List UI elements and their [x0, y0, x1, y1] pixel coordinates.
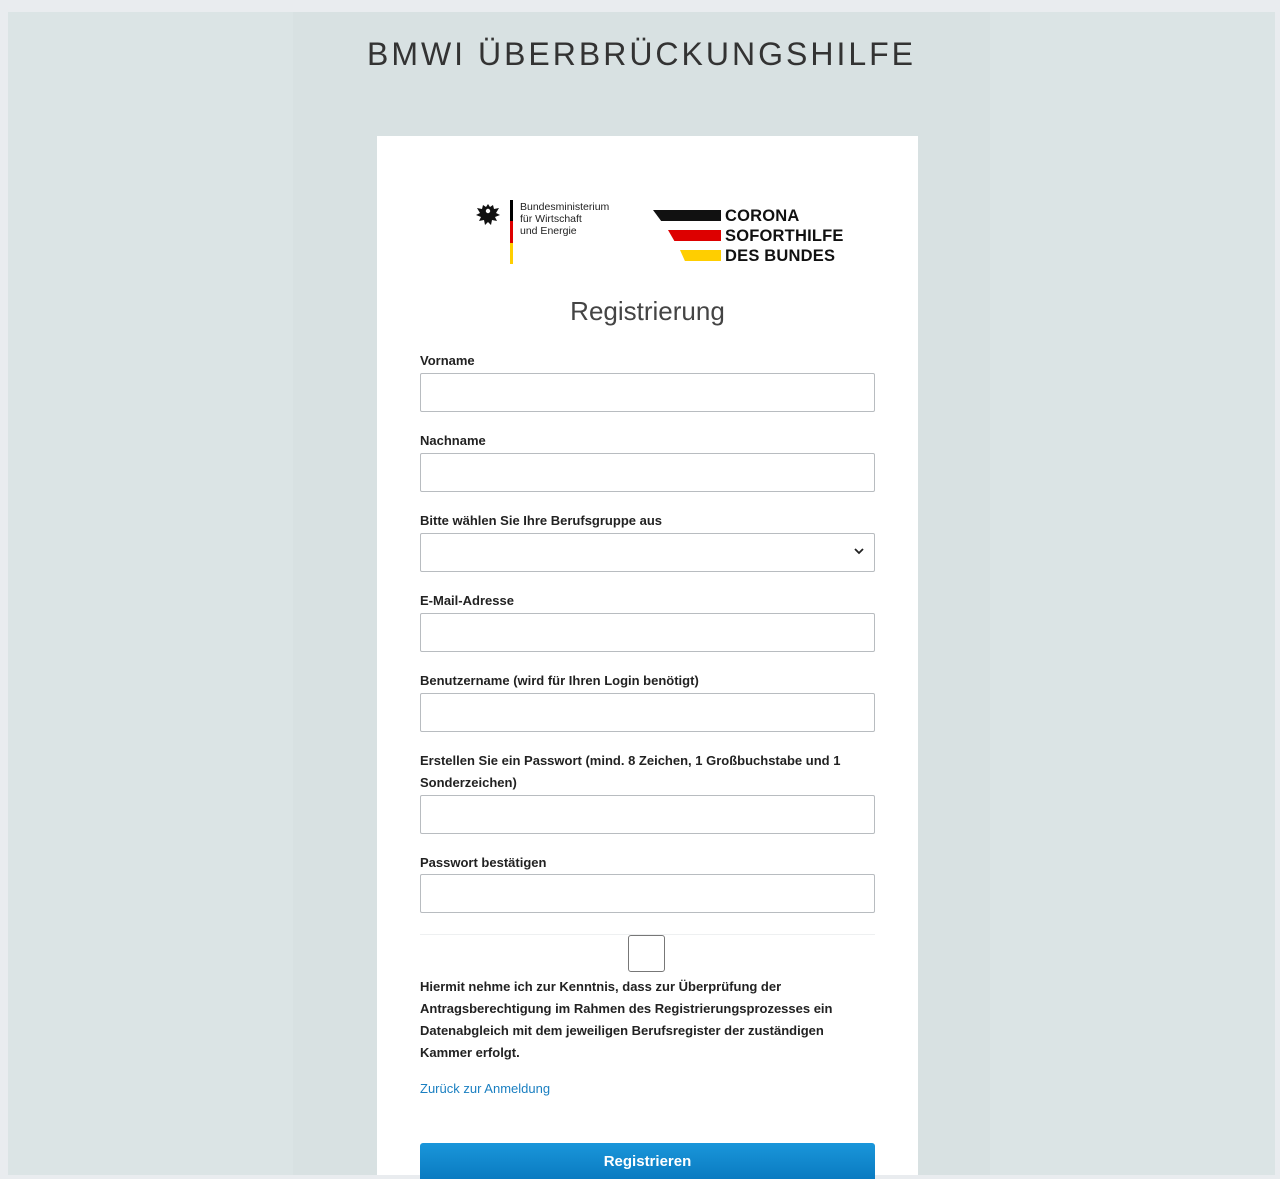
- back-to-login-link[interactable]: Zurück zur Anmeldung: [420, 1078, 550, 1100]
- password-label: Erstellen Sie ein Passwort (mind. 8 Zeic…: [420, 753, 841, 790]
- chevron-down-icon: [854, 548, 864, 555]
- german-flag-bar: [510, 200, 513, 264]
- password-input[interactable]: [420, 795, 875, 834]
- logo-stripe-red: [668, 230, 721, 241]
- bmwi-line-2: für Wirtschaft: [520, 213, 582, 225]
- logo-stripe-gold: [680, 250, 721, 261]
- register-button[interactable]: Registrieren: [420, 1143, 875, 1179]
- password-confirm-label: Passwort bestätigen: [420, 855, 547, 870]
- bmwi-line-3: und Energie: [520, 225, 577, 237]
- profession-select[interactable]: [420, 533, 875, 572]
- bmwi-logo-text: Bundesministerium für Wirtschaft und Ene…: [520, 201, 609, 237]
- corona-line-2: SOFORTHILFE: [725, 227, 844, 245]
- bmwi-logo: Bundesministerium für Wirtschaft und Ene…: [475, 200, 625, 266]
- last-name-input[interactable]: [420, 453, 875, 492]
- username-label: Benutzername (wird für Ihren Login benöt…: [420, 673, 699, 688]
- consent-text: Hiermit nehme ich zur Kenntnis, dass zur…: [420, 979, 833, 1060]
- corona-logo-text: CORONA SOFORTHILFE DES BUNDES: [725, 206, 844, 266]
- form-title: Registrierung: [570, 296, 725, 326]
- bmwi-line-1: Bundesministerium: [520, 201, 610, 213]
- corona-soforthilfe-logo: CORONA SOFORTHILFE DES BUNDES: [653, 204, 853, 266]
- logo-bar: Bundesministerium für Wirtschaft und Ene…: [377, 200, 918, 270]
- password-confirm-input[interactable]: [420, 874, 875, 913]
- registration-card: Bundesministerium für Wirtschaft und Ene…: [377, 136, 918, 1179]
- first-name-input[interactable]: [420, 373, 875, 412]
- logo-stripe-black: [653, 210, 721, 221]
- site-title: BMWI ÜBERBRÜCKUNGSHILFE: [366, 36, 917, 72]
- federal-eagle-icon: [476, 204, 500, 225]
- profession-label: Bitte wählen Sie Ihre Berufsgruppe aus: [420, 513, 662, 528]
- email-label: E-Mail-Adresse: [420, 593, 514, 608]
- corona-line-3: DES BUNDES: [725, 247, 836, 265]
- corona-line-1: CORONA: [725, 207, 800, 225]
- consent-checkbox[interactable]: [628, 935, 665, 972]
- email-input[interactable]: [420, 613, 875, 652]
- consent-checkbox-area: [420, 934, 875, 975]
- last-name-label: Nachname: [420, 433, 486, 448]
- first-name-label: Vorname: [420, 353, 475, 368]
- username-input[interactable]: [420, 693, 875, 732]
